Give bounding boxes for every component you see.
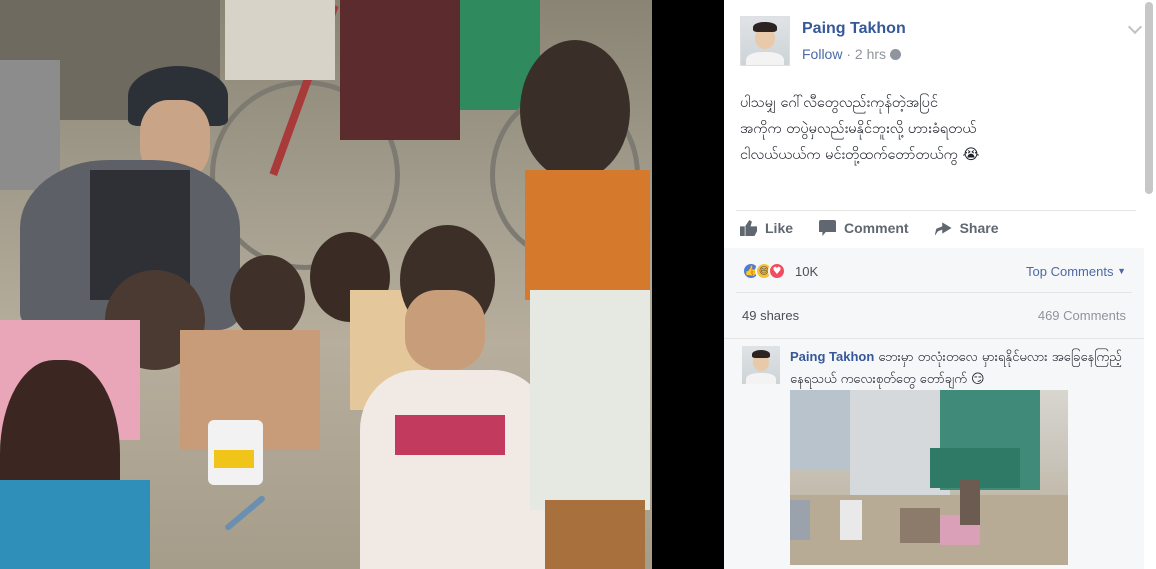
like-button[interactable]: Like <box>740 220 793 236</box>
photo-kid-head-2 <box>230 255 305 340</box>
commenter-avatar[interactable] <box>742 346 780 384</box>
action-bar: Like Comment Share <box>740 220 1025 236</box>
comment-author[interactable]: Paing Takhon <box>790 349 874 364</box>
share-label: Share <box>959 220 999 236</box>
photo-rider-shirt <box>225 0 335 80</box>
comment-icon <box>819 220 837 236</box>
photo-kid-shorts <box>545 500 645 569</box>
meta-separator: · <box>842 46 855 62</box>
divider <box>736 210 1136 211</box>
photo-bags <box>0 60 60 190</box>
top-comments-dropdown[interactable]: Top Comments ▼ <box>1026 264 1126 279</box>
divider <box>724 338 1144 339</box>
divider <box>736 292 1132 293</box>
comment-body: Paing Takhon ဘေးမှာ တလုံးတလေ မှားရနိုင်မ… <box>790 346 1130 391</box>
comment-photo-standing-kid <box>960 480 980 525</box>
photo-girl-shirt <box>0 480 150 569</box>
photo-viewer-background <box>652 0 724 569</box>
post-photo[interactable] <box>0 0 652 569</box>
post-text-line: ငါလယ်ယယ်က မင်းတို့ထက်တော်တယ်ကွ 😭 <box>740 147 980 163</box>
comments-count[interactable]: 469 Comments <box>1038 308 1126 323</box>
chevron-down-icon[interactable] <box>1127 19 1143 35</box>
caret-down-icon: ▼ <box>1117 266 1126 276</box>
comment-photo-kid <box>840 500 862 540</box>
comment-label: Comment <box>844 220 909 236</box>
comment: Paing Takhon ဘေးမှာ တလုံးတလေ မှားရနိုင်မ… <box>724 338 1144 569</box>
post-stats: 👍 😄 ♥ 10K Top Comments ▼ 49 shares 469 C… <box>724 248 1144 338</box>
post-text: ပါသမျှ ဂေါ်လီတွေလည်းကုန်တဲ့အပြင် အကိုက တ… <box>740 90 1140 168</box>
comment-button[interactable]: Comment <box>819 220 909 236</box>
love-icon: ♥ <box>768 262 786 280</box>
reactions-summary[interactable]: 👍 😄 ♥ 10K <box>742 262 818 280</box>
post-text-line: ပါသမျှ ဂေါ်လီတွေလည်းကုန်တဲ့အပြင် <box>740 95 938 111</box>
post-text-line: အကိုက တပွဲမှလည်းမနိုင်ဘူးလို့ ဟားခံရတယ် <box>740 121 977 137</box>
author-name[interactable]: Paing Takhon <box>802 20 906 38</box>
post-timestamp[interactable]: 2 hrs <box>855 46 886 62</box>
comment-photo-kids-group <box>900 508 940 543</box>
author-avatar[interactable] <box>740 16 790 66</box>
shares-count[interactable]: 49 shares <box>742 308 799 323</box>
photo-tanktop-stripe <box>395 415 505 455</box>
post-side-panel: Paing Takhon Follow · 2 hrs ပါသမျှ ဂေါ်လ… <box>724 0 1156 569</box>
post-meta: Follow · 2 hrs <box>802 46 902 62</box>
thumbs-up-icon <box>740 220 757 236</box>
globe-icon <box>890 49 902 60</box>
photo-marbles <box>223 494 267 532</box>
scrollbar[interactable] <box>1145 2 1153 194</box>
photo-kid-orange-shirt <box>525 170 650 300</box>
share-icon <box>934 222 952 236</box>
comment-photo[interactable] <box>790 390 1068 565</box>
reaction-count: 10K <box>795 263 819 279</box>
top-comments-label: Top Comments <box>1026 264 1114 279</box>
photo-bucket-label <box>214 450 254 468</box>
share-button[interactable]: Share <box>934 220 999 236</box>
photo-kid-white-shirt <box>530 290 650 510</box>
comment-photo-car <box>790 500 810 540</box>
photo-kid-tanktop <box>360 370 550 569</box>
photo-kid-head-5 <box>520 40 630 180</box>
photo-rider-longyi <box>340 0 460 140</box>
photo-kid-face-4 <box>405 290 485 370</box>
follow-button[interactable]: Follow <box>802 46 842 62</box>
like-label: Like <box>765 220 794 236</box>
